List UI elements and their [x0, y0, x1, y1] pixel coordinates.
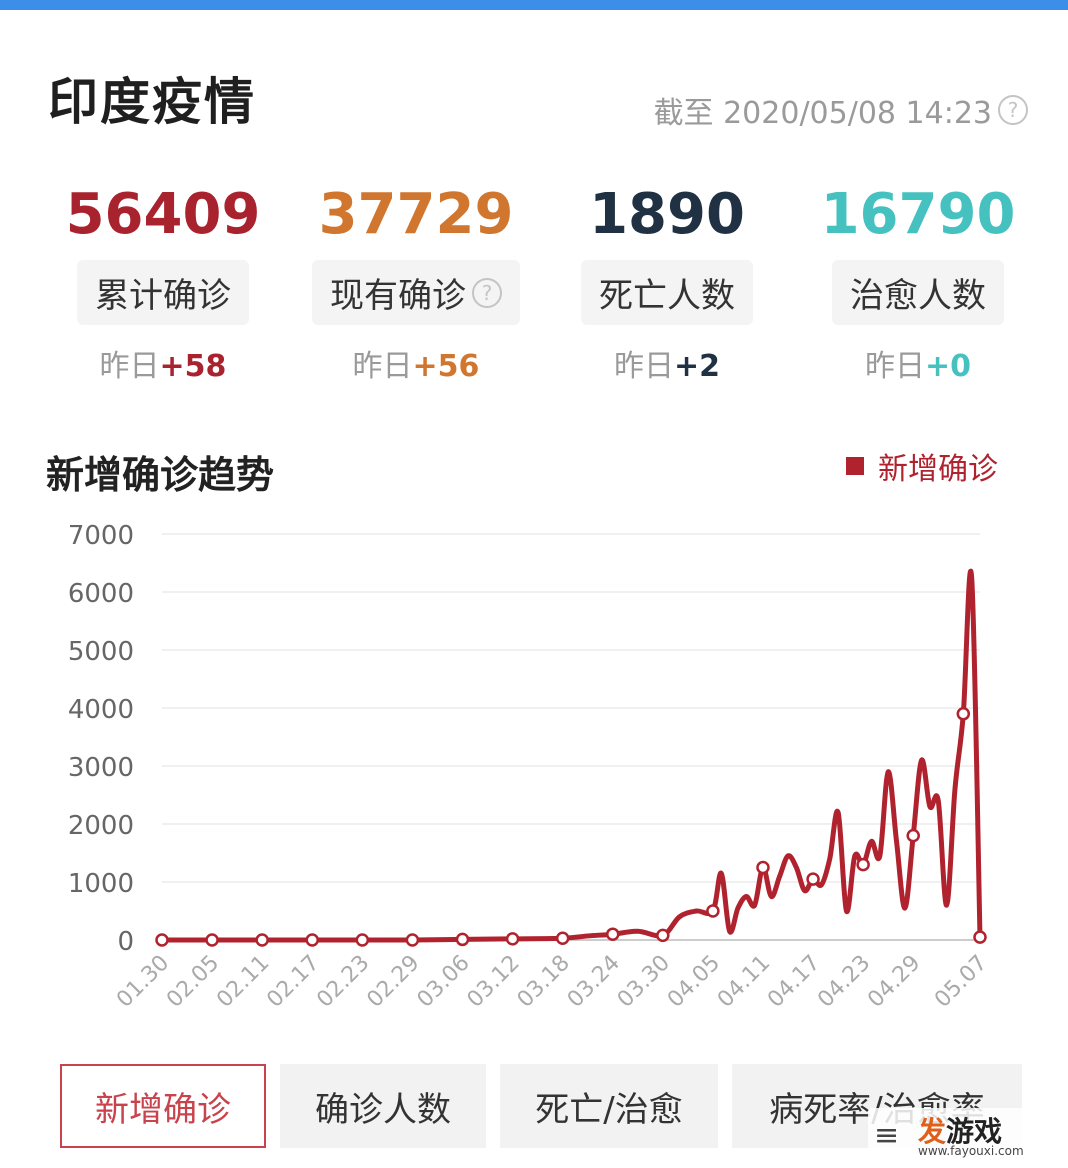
data-point: [973, 930, 987, 944]
stat-label: 累计确诊: [77, 260, 249, 325]
data-point: [255, 933, 269, 947]
x-tick-label: 03.18: [513, 951, 575, 1013]
data-point: [505, 932, 520, 946]
data-point: [656, 928, 670, 943]
data-point: [856, 857, 870, 872]
stat-delta-number: +58: [159, 349, 227, 384]
stat-label: 治愈人数: [832, 260, 1004, 325]
stat-delta-prefix: 昨日: [864, 349, 925, 384]
stat-value: 56409: [65, 182, 261, 247]
x-tick-label: 03.12: [463, 951, 525, 1013]
x-tick-label: 03.30: [613, 951, 675, 1013]
stat-recovered: 16790 治愈人数 昨日+0: [793, 180, 1043, 385]
stat-delta-number: +0: [924, 349, 971, 384]
data-point: [405, 933, 420, 947]
data-point: [455, 932, 470, 947]
x-tick-label: 02.05: [162, 951, 224, 1013]
x-tick-label: 04.17: [763, 951, 825, 1013]
series-line-new-confirmed: [159, 568, 983, 943]
data-point: [605, 927, 620, 941]
data-point: [906, 828, 920, 843]
y-tick-label: 6000: [68, 579, 134, 609]
stat-current-confirmed: 37729 现有确诊? 昨日+56: [291, 180, 541, 385]
stat-label-text: 死亡人数: [599, 276, 735, 316]
stat-label-text: 现有确诊: [330, 276, 466, 316]
trend-chart: 0100020003000400050006000700001.3002.050…: [68, 521, 992, 1013]
data-point: [305, 933, 319, 947]
x-tick-label: 02.29: [362, 951, 424, 1013]
data-point: [205, 933, 219, 947]
x-tick-label: 02.17: [262, 951, 324, 1013]
stat-delta: 昨日+56: [291, 341, 541, 385]
data-point: [555, 931, 570, 946]
stat-delta: 昨日+0: [793, 341, 1043, 385]
x-tick-label: 04.23: [813, 951, 875, 1013]
stat-value: 37729: [318, 182, 514, 247]
update-time-text: 截至 2020/05/08 14:23: [653, 96, 992, 131]
data-point: [756, 860, 770, 875]
stat-delta-number: +56: [412, 349, 480, 384]
stat-delta-prefix: 昨日: [99, 349, 160, 384]
x-tick-label: 01.30: [112, 951, 174, 1013]
help-icon[interactable]: ?: [472, 277, 502, 308]
y-tick-label: 1000: [68, 869, 134, 899]
y-tick-label: 0: [117, 927, 134, 957]
x-tick-label: 02.11: [212, 951, 274, 1013]
x-tick-label: 03.06: [413, 951, 475, 1013]
data-point: [956, 707, 971, 721]
stat-delta-prefix: 昨日: [352, 349, 413, 384]
y-tick-label: 2000: [68, 811, 134, 841]
data-point: [706, 904, 720, 918]
stats-row: 56409 累计确诊 昨日+58 37729 现有确诊? 昨日+56 1890 …: [0, 180, 1068, 384]
stat-delta: 昨日+2: [542, 341, 792, 385]
chart-legend[interactable]: 新增确诊: [846, 444, 998, 488]
y-tick-label: 7000: [68, 521, 134, 551]
x-tick-label: 04.29: [863, 951, 925, 1013]
data-point: [355, 933, 370, 947]
watermark: ≡ 发游戏 www.fayouxi.com: [868, 1108, 1058, 1160]
stat-delta: 昨日+58: [38, 341, 288, 385]
stat-label: 死亡人数: [581, 260, 753, 325]
x-tick-label: 02.23: [312, 951, 374, 1013]
legend-swatch: [846, 457, 864, 475]
stat-label: 现有确诊?: [312, 260, 520, 325]
y-tick-label: 4000: [68, 695, 134, 725]
stat-deaths: 1890 死亡人数 昨日+2: [542, 180, 792, 385]
chart-title: 新增确诊趋势: [46, 453, 275, 497]
x-tick-label: 03.24: [563, 951, 625, 1013]
stat-label-text: 治愈人数: [850, 276, 986, 316]
x-tick-label: 05.07: [930, 951, 992, 1013]
stat-delta-prefix: 昨日: [613, 349, 674, 384]
stat-value: 1890: [589, 182, 745, 247]
page-title: 印度疫情: [48, 73, 256, 131]
stat-value: 16790: [820, 182, 1016, 247]
x-tick-label: 04.11: [713, 951, 775, 1013]
y-tick-label: 3000: [68, 753, 134, 783]
stat-total-confirmed: 56409 累计确诊 昨日+58: [38, 180, 288, 385]
tab-total-confirmed[interactable]: 确诊人数: [280, 1064, 486, 1148]
stat-label-text: 累计确诊: [95, 276, 231, 316]
watermark-url: www.fayouxi.com: [918, 1144, 1024, 1158]
update-time: 截至 2020/05/08 14:23 ?: [654, 88, 1028, 132]
data-point: [155, 933, 169, 947]
help-icon[interactable]: ?: [998, 95, 1028, 125]
data-point: [806, 872, 820, 886]
legend-label: 新增确诊: [878, 452, 998, 487]
tab-death-recovery[interactable]: 死亡/治愈: [500, 1064, 718, 1148]
tab-new-confirmed[interactable]: 新增确诊: [60, 1064, 266, 1148]
top-accent-bar: [0, 0, 1068, 10]
x-tick-label: 04.05: [663, 951, 725, 1013]
watermark-mark-icon: ≡: [874, 1118, 900, 1153]
stat-delta-number: +2: [673, 349, 720, 384]
y-tick-label: 5000: [68, 637, 134, 667]
